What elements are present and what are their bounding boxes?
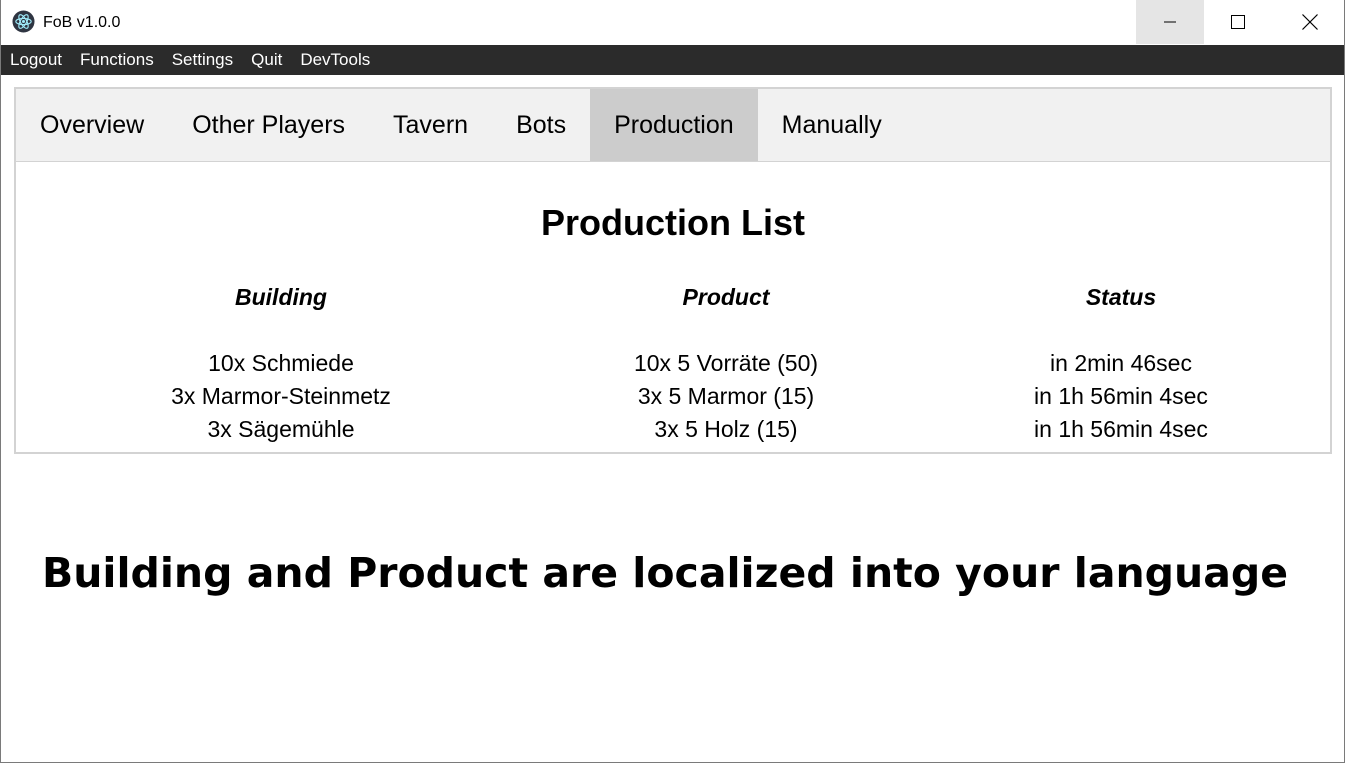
status-header: Status [1085, 284, 1157, 310]
tab-production[interactable]: Production [590, 89, 758, 161]
status-column: Status in 2min 46sec in 1h 56min 4sec in… [916, 281, 1326, 446]
building-cell: 3x Marmor-Steinmetz [171, 383, 391, 409]
menu-settings[interactable]: Settings [163, 45, 242, 75]
menu-devtools[interactable]: DevTools [291, 45, 379, 75]
building-column: Building 10x Schmiede 3x Marmor-Steinmet… [76, 281, 486, 446]
menu-quit[interactable]: Quit [242, 45, 291, 75]
status-cell: in 1h 56min 4sec [1034, 383, 1208, 409]
tab-bar-filler [905, 89, 1330, 161]
window-title: FoB v1.0.0 [43, 14, 121, 31]
localization-caption: Building and Product are localized into … [41, 549, 1289, 597]
maximize-icon [1231, 15, 1245, 29]
product-column: Product 10x 5 Vorräte (50) 3x 5 Marmor (… [521, 281, 931, 446]
close-button[interactable] [1276, 0, 1344, 44]
building-cell: 3x Sägemühle [207, 416, 355, 442]
product-cell: 10x 5 Vorräte (50) [633, 350, 819, 376]
tab-bots[interactable]: Bots [492, 89, 590, 161]
content-panel: Overview Other Players Tavern Bots Produ… [14, 87, 1332, 454]
building-header: Building [235, 284, 327, 310]
product-header: Product [682, 284, 770, 310]
title-bar[interactable]: FoB v1.0.0 [1, 0, 1344, 45]
tab-overview[interactable]: Overview [16, 89, 168, 161]
menu-logout[interactable]: Logout [1, 45, 71, 75]
production-list-title: Production List [541, 202, 805, 243]
product-cell: 3x 5 Marmor (15) [637, 383, 815, 409]
maximize-button[interactable] [1204, 0, 1272, 44]
building-cell: 10x Schmiede [208, 350, 354, 376]
minimize-icon [1164, 21, 1176, 23]
tab-manually[interactable]: Manually [758, 89, 906, 161]
status-cell: in 2min 46sec [1050, 350, 1192, 376]
electron-atom-icon [12, 10, 35, 33]
minimize-button[interactable] [1136, 0, 1204, 44]
tab-tavern[interactable]: Tavern [369, 89, 492, 161]
menu-functions[interactable]: Functions [71, 45, 163, 75]
app-window: FoB v1.0.0 Logout Functions Settings Qui… [0, 0, 1345, 763]
status-cell: in 1h 56min 4sec [1034, 416, 1208, 442]
tab-bar: Overview Other Players Tavern Bots Produ… [16, 89, 1330, 162]
close-icon [1302, 14, 1318, 30]
menu-bar: Logout Functions Settings Quit DevTools [1, 45, 1344, 75]
product-cell: 3x 5 Holz (15) [654, 416, 798, 442]
tab-other-players[interactable]: Other Players [168, 89, 369, 161]
